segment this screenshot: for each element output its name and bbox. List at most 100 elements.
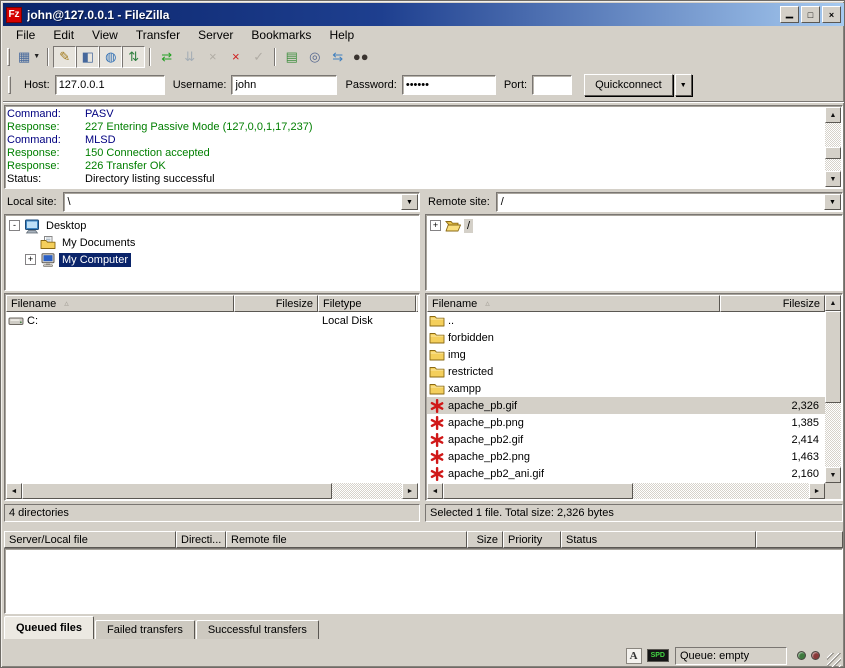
column-header-remote-file[interactable]: Remote file <box>226 531 467 548</box>
log-scrollbar[interactable]: ▲ ▼ <box>825 107 841 187</box>
scrollbar-thumb[interactable] <box>825 311 841 403</box>
menu-view[interactable]: View <box>83 26 127 44</box>
expand-icon[interactable]: + <box>430 220 441 231</box>
directory-comparison-button[interactable]: ◎ <box>303 46 326 68</box>
scroll-down-button[interactable]: ▼ <box>825 467 841 483</box>
minimize-button[interactable]: ▁ <box>780 6 799 23</box>
toggle-remote-tree-icon: ◍ <box>105 49 116 65</box>
scroll-down-button[interactable]: ▼ <box>825 171 841 187</box>
file-row[interactable]: apache_pb2.png 1,463 <box>427 448 825 465</box>
file-row[interactable]: C: Local Disk <box>6 312 418 329</box>
remote-site-combobox[interactable]: / ▼ <box>496 192 843 212</box>
local-status-text: 4 directories <box>4 504 420 522</box>
column-header-priority[interactable]: Priority <box>503 531 561 548</box>
file-row[interactable]: xampp <box>427 380 825 397</box>
file-row[interactable]: forbidden <box>427 329 825 346</box>
tree-item-root[interactable]: + / <box>430 217 842 234</box>
tab-queued-files[interactable]: Queued files <box>4 616 94 639</box>
file-row[interactable]: apache_pb2.gif 2,414 <box>427 431 825 448</box>
toolbar-separator <box>274 48 276 66</box>
scroll-left-button[interactable]: ◄ <box>427 483 443 499</box>
column-header-direction[interactable]: Directi... <box>176 531 226 548</box>
host-input[interactable] <box>55 75 165 95</box>
column-header-lastmodified[interactable]: L <box>416 295 418 312</box>
tab-successful-transfers[interactable]: Successful transfers <box>196 620 319 639</box>
file-row[interactable]: apache_pb.gif 2,326 <box>427 397 825 414</box>
maximize-button[interactable]: □ <box>801 6 820 23</box>
site-manager-button[interactable]: ▦▼ <box>15 46 43 68</box>
column-header-filename[interactable]: Filename ▵ <box>427 295 720 312</box>
scroll-left-button[interactable]: ◄ <box>6 483 22 499</box>
menu-edit[interactable]: Edit <box>44 26 83 44</box>
local-horizontal-scrollbar[interactable]: ◄ ► <box>6 483 418 499</box>
tree-item-my-computer[interactable]: + My Computer <box>9 251 419 268</box>
file-name: apache_pb2_ani.gif <box>448 468 544 480</box>
file-row[interactable]: img <box>427 346 825 363</box>
scroll-up-button[interactable]: ▲ <box>825 295 841 311</box>
toggle-remote-tree-button[interactable]: ◍ <box>99 46 122 68</box>
remote-site-label: Remote site: <box>425 196 496 208</box>
file-row[interactable]: restricted <box>427 363 825 380</box>
disconnect-button[interactable]: × <box>224 46 247 68</box>
app-icon: Fz <box>6 7 22 23</box>
resize-grip-icon[interactable] <box>827 653 841 667</box>
local-site-combobox[interactable]: \ ▼ <box>63 192 420 212</box>
menu-bookmarks[interactable]: Bookmarks <box>242 26 320 44</box>
filter-button[interactable]: ▤ <box>280 46 303 68</box>
file-row[interactable]: apache_pb.png 1,385 <box>427 414 825 431</box>
column-header-filesize[interactable]: Filesize <box>234 295 318 312</box>
tab-failed-transfers[interactable]: Failed transfers <box>95 620 195 639</box>
port-input[interactable] <box>532 75 572 95</box>
menu-help[interactable]: Help <box>320 26 363 44</box>
quickconnect-grip[interactable] <box>8 76 11 94</box>
queue-list[interactable] <box>4 548 843 614</box>
sync-browsing-button[interactable]: ⇆ <box>326 46 349 68</box>
column-header-size[interactable]: Size <box>467 531 503 548</box>
folder-icon <box>429 381 445 397</box>
title-bar[interactable]: Fz john@127.0.0.1 - FileZilla ▁ □ × <box>3 3 844 26</box>
menu-bar: FileEditViewTransferServerBookmarksHelp <box>3 26 844 44</box>
scroll-right-button[interactable]: ► <box>809 483 825 499</box>
toggle-message-log-button[interactable]: ✎ <box>53 46 76 68</box>
refresh-button[interactable]: ⇄ <box>155 46 178 68</box>
column-header-filetype[interactable]: Filetype <box>318 295 416 312</box>
file-row[interactable]: .. <box>427 312 825 329</box>
collapse-icon[interactable]: - <box>9 220 20 231</box>
documents-folder-icon <box>40 235 56 251</box>
close-button[interactable]: × <box>822 6 841 23</box>
remote-site-dropdown-button[interactable]: ▼ <box>824 194 841 210</box>
menu-server[interactable]: Server <box>189 26 242 44</box>
transfer-type-icon[interactable]: A <box>626 648 642 664</box>
file-row[interactable]: apache_pb2_ani.gif 2,160 <box>427 465 825 482</box>
column-header-empty <box>756 531 843 548</box>
tree-item-my-documents[interactable]: My Documents <box>9 234 419 251</box>
menu-file[interactable]: File <box>7 26 44 44</box>
quickconnect-button[interactable]: Quickconnect <box>584 74 673 96</box>
toolbar-grip[interactable] <box>7 48 10 66</box>
scrollbar-thumb[interactable] <box>443 483 633 499</box>
quickconnect-dropdown-button[interactable]: ▼ <box>675 74 692 96</box>
expand-icon[interactable]: + <box>25 254 36 265</box>
column-header-filesize[interactable]: Filesize <box>720 295 825 312</box>
speed-limit-icon[interactable]: SPD <box>647 649 669 662</box>
local-site-dropdown-button[interactable]: ▼ <box>401 194 418 210</box>
column-header-status[interactable]: Status <box>561 531 756 548</box>
reconnect-icon: ✓ <box>253 49 264 65</box>
scrollbar-thumb[interactable] <box>22 483 332 499</box>
username-input[interactable] <box>231 75 337 95</box>
find-files-button[interactable]: ●● <box>349 46 372 68</box>
column-header-server-local-file[interactable]: Server/Local file <box>4 531 176 548</box>
toggle-queue-button[interactable]: ⇅ <box>122 46 145 68</box>
tree-item-desktop[interactable]: - Desktop <box>9 217 419 234</box>
menu-transfer[interactable]: Transfer <box>127 26 189 44</box>
column-header-filename[interactable]: Filename ▵ <box>6 295 234 312</box>
toggle-local-tree-button[interactable]: ◧ <box>76 46 99 68</box>
password-input[interactable] <box>402 75 496 95</box>
filezilla-window: Fz john@127.0.0.1 - FileZilla ▁ □ × File… <box>0 0 845 668</box>
scrollbar-thumb[interactable] <box>825 147 841 159</box>
scroll-right-button[interactable]: ► <box>402 483 418 499</box>
remote-vertical-scrollbar[interactable]: ▲ ▼ <box>825 295 841 483</box>
remote-horizontal-scrollbar[interactable]: ◄ ► <box>427 483 825 499</box>
scroll-up-button[interactable]: ▲ <box>825 107 841 123</box>
dropdown-arrow-icon[interactable]: ▼ <box>33 53 40 60</box>
